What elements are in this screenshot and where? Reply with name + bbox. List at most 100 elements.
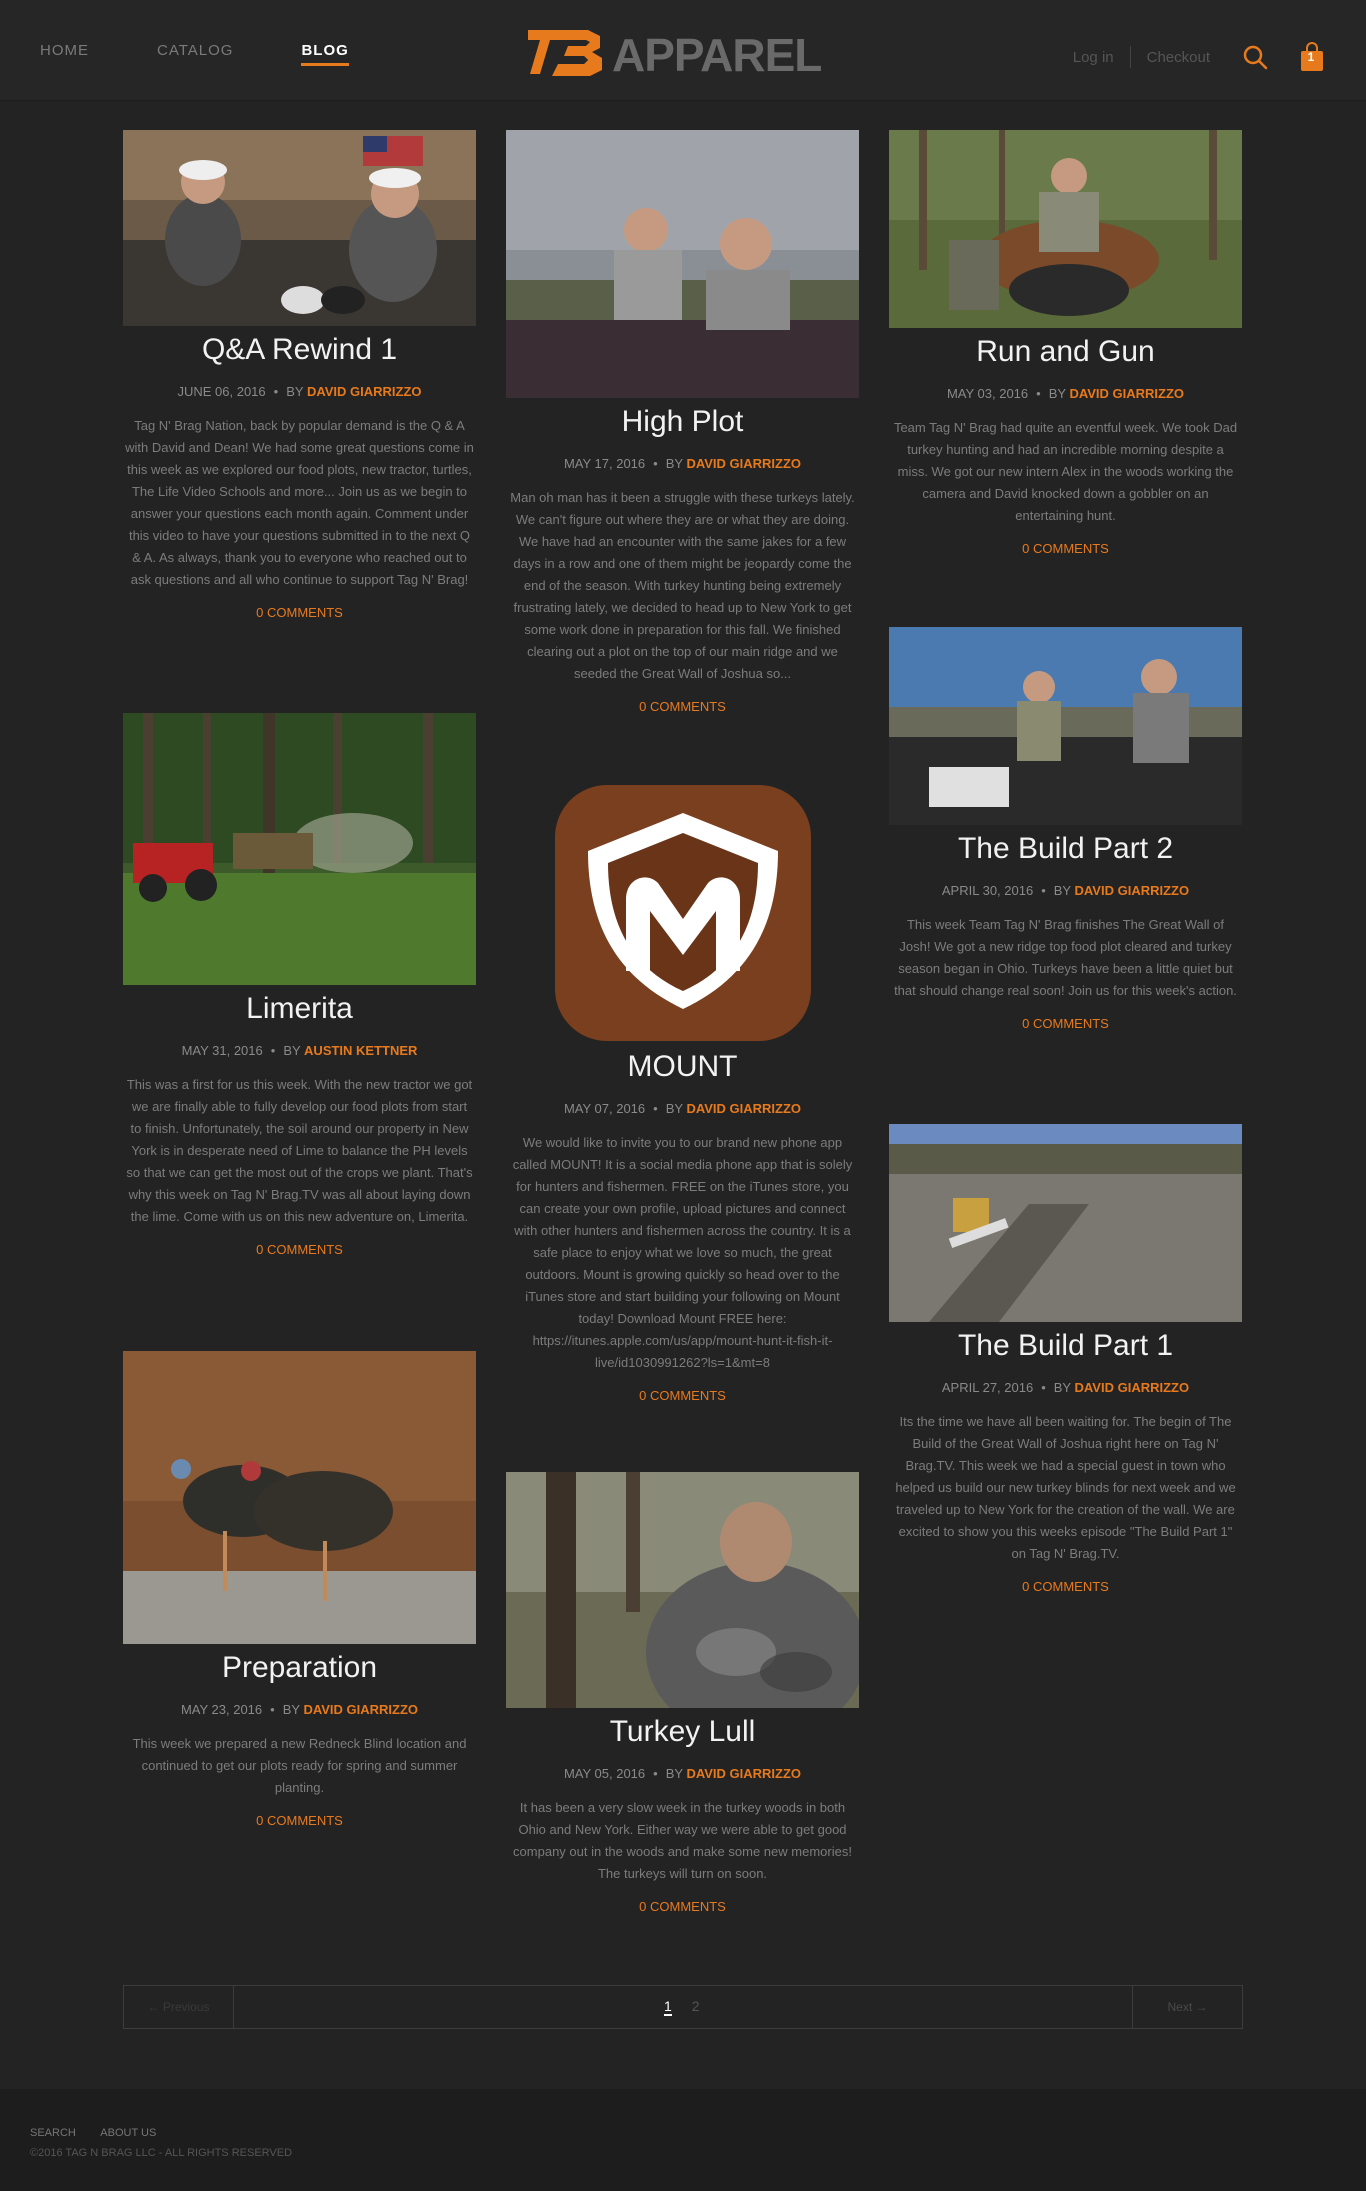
post-meta: MAY 03, 2016 • BY DAVID GIARRIZZO (946, 386, 1185, 401)
post-by: BY (282, 1702, 300, 1717)
comments-link[interactable]: 0 COMMENTS (256, 605, 343, 620)
post-by: BY (665, 456, 683, 471)
post-author[interactable]: DAVID GIARRIZZO (307, 384, 422, 399)
post-date: MAY 05, 2016 (563, 1766, 646, 1781)
post-meta: JUNE 06, 2016 • BY DAVID GIARRIZZO (177, 384, 422, 399)
blog-post-card: Limerita MAY 31, 2016 • BY AUSTIN KETTNER … (123, 713, 476, 1259)
blog-post-card: MOUNT MAY 07, 2016 • BY DAVID GIARRIZZO We… (506, 779, 859, 1405)
post-title[interactable]: The Build Part 1 (889, 1328, 1242, 1364)
comments-link[interactable]: 0 COMMENTS (639, 1388, 726, 1403)
post-date: APRIL 27, 2016 (941, 1380, 1034, 1395)
post-title[interactable]: MOUNT (506, 1049, 859, 1085)
comments-link[interactable]: 0 COMMENTS (1022, 1016, 1109, 1031)
post-title[interactable]: Q&A Rewind 1 (123, 332, 476, 368)
post-date: MAY 23, 2016 (180, 1702, 263, 1717)
post-image[interactable] (889, 130, 1242, 328)
post-author[interactable]: DAVID GIARRIZZO (1075, 1380, 1190, 1395)
post-excerpt: This week we prepared a new Redneck Blin… (132, 1736, 467, 1795)
post-author[interactable]: DAVID GIARRIZZO (1075, 883, 1190, 898)
copyright: ©2016 TAG N BRAG LLC - ALL RIGHTS RESERV… (30, 2147, 293, 2159)
post-image[interactable] (889, 627, 1242, 825)
comments-link[interactable]: 0 COMMENTS (639, 1899, 726, 1914)
post-date: JUNE 06, 2016 (177, 384, 266, 399)
comments-link[interactable]: 0 COMMENTS (639, 699, 726, 714)
post-date: APRIL 30, 2016 (941, 883, 1034, 898)
search-icon[interactable] (1242, 44, 1268, 70)
post-title[interactable]: Limerita (123, 991, 476, 1027)
post-author[interactable]: DAVID GIARRIZZO (686, 1766, 801, 1781)
post-image[interactable] (123, 713, 476, 985)
login-link[interactable]: Log in (1073, 49, 1114, 66)
post-title[interactable]: Turkey Lull (506, 1714, 859, 1750)
mount-app-icon (555, 785, 811, 1041)
post-image[interactable] (506, 130, 859, 398)
post-meta: MAY 23, 2016 • BY DAVID GIARRIZZO (180, 1702, 419, 1717)
comments-link[interactable]: 0 COMMENTS (1022, 541, 1109, 556)
post-by: BY (1053, 1380, 1071, 1395)
main-nav: HOME CATALOG BLOG (40, 42, 417, 66)
blog-post-card: Preparation MAY 23, 2016 • BY DAVID GIARRI… (123, 1351, 476, 1830)
page-numbers: 1 2 (664, 1998, 700, 2016)
next-page-button[interactable]: Next → (1132, 1986, 1242, 2028)
post-title[interactable]: Preparation (123, 1650, 476, 1686)
post-image[interactable] (506, 779, 859, 1043)
comments-link[interactable]: 0 COMMENTS (256, 1242, 343, 1257)
post-title[interactable]: Run and Gun (889, 334, 1242, 370)
post-by: BY (283, 1043, 301, 1058)
site-footer: SEARCH ABOUT US ©2016 TAG N BRAG LLC - A… (0, 2089, 1366, 2191)
checkout-link[interactable]: Checkout (1147, 49, 1210, 66)
post-by: BY (1053, 883, 1071, 898)
post-date: MAY 17, 2016 (563, 456, 646, 471)
post-author[interactable]: DAVID GIARRIZZO (686, 1101, 801, 1116)
blog-post-card: The Build Part 1 APRIL 27, 2016 • BY DAVID… (889, 1124, 1242, 1596)
post-excerpt: Man oh man has it been a struggle with t… (510, 490, 855, 681)
post-meta: MAY 07, 2016 • BY DAVID GIARRIZZO (563, 1101, 802, 1116)
post-meta: APRIL 30, 2016 • BY DAVID GIARRIZZO (941, 883, 1190, 898)
post-by: BY (665, 1101, 683, 1116)
post-excerpt: It has been a very slow week in the turk… (513, 1800, 852, 1881)
site-logo[interactable]: APPAREL (528, 26, 838, 81)
post-title[interactable]: High Plot (506, 404, 859, 440)
blog-post-card: Q&A Rewind 1 JUNE 06, 2016 • BY DAVID GIAR… (123, 130, 476, 622)
post-title[interactable]: The Build Part 2 (889, 831, 1242, 867)
comments-link[interactable]: 0 COMMENTS (256, 1813, 343, 1828)
post-image[interactable] (123, 1351, 476, 1644)
post-excerpt: This was a first for us this week. With … (126, 1077, 473, 1224)
header-actions: Log in Checkout 1 (1073, 42, 1326, 72)
page-2[interactable]: 2 (692, 1998, 700, 2014)
post-meta: APRIL 27, 2016 • BY DAVID GIARRIZZO (941, 1380, 1190, 1395)
footer-about-link[interactable]: ABOUT US (100, 2127, 156, 2139)
cart-button[interactable]: 1 (1300, 42, 1326, 72)
nav-home[interactable]: HOME (40, 42, 89, 66)
post-excerpt: Its the time we have all been waiting fo… (895, 1414, 1236, 1561)
post-excerpt: We would like to invite you to our brand… (512, 1135, 853, 1370)
nav-blog[interactable]: BLOG (301, 42, 349, 66)
post-image[interactable] (889, 1124, 1242, 1322)
blog-post-card: Turkey Lull MAY 05, 2016 • BY DAVID GIARRI… (506, 1472, 859, 1916)
previous-page-button[interactable]: ← Previous (124, 1986, 234, 2028)
comments-link[interactable]: 0 COMMENTS (1022, 1579, 1109, 1594)
post-image[interactable] (123, 130, 476, 326)
post-excerpt: Team Tag N' Brag had quite an eventful w… (893, 420, 1238, 523)
post-date: MAY 03, 2016 (946, 386, 1029, 401)
post-excerpt: This week Team Tag N' Brag finishes The … (894, 917, 1237, 998)
post-meta: MAY 05, 2016 • BY DAVID GIARRIZZO (563, 1766, 802, 1781)
post-meta: MAY 17, 2016 • BY DAVID GIARRIZZO (563, 456, 802, 471)
site-header: HOME CATALOG BLOG APPAREL Log in Checkou… (0, 0, 1366, 101)
cart-count: 1 (1307, 50, 1315, 64)
post-author[interactable]: DAVID GIARRIZZO (303, 1702, 418, 1717)
post-image[interactable] (506, 1472, 859, 1708)
page-1[interactable]: 1 (664, 1998, 672, 2016)
blog-post-card: High Plot MAY 17, 2016 • BY DAVID GIARRIZZ… (506, 130, 859, 716)
blog-post-card: Run and Gun MAY 03, 2016 • BY DAVID GIARRI… (889, 130, 1242, 558)
post-by: BY (286, 384, 304, 399)
header-divider (1129, 46, 1131, 68)
post-meta: MAY 31, 2016 • BY AUSTIN KETTNER (181, 1043, 418, 1058)
post-author[interactable]: DAVID GIARRIZZO (686, 456, 801, 471)
post-date: MAY 07, 2016 (563, 1101, 646, 1116)
nav-catalog[interactable]: CATALOG (157, 42, 233, 66)
post-author[interactable]: AUSTIN KETTNER (304, 1043, 417, 1058)
post-author[interactable]: DAVID GIARRIZZO (1069, 386, 1184, 401)
footer-search-link[interactable]: SEARCH (30, 2127, 76, 2139)
post-excerpt: Tag N' Brag Nation, back by popular dema… (125, 418, 474, 587)
